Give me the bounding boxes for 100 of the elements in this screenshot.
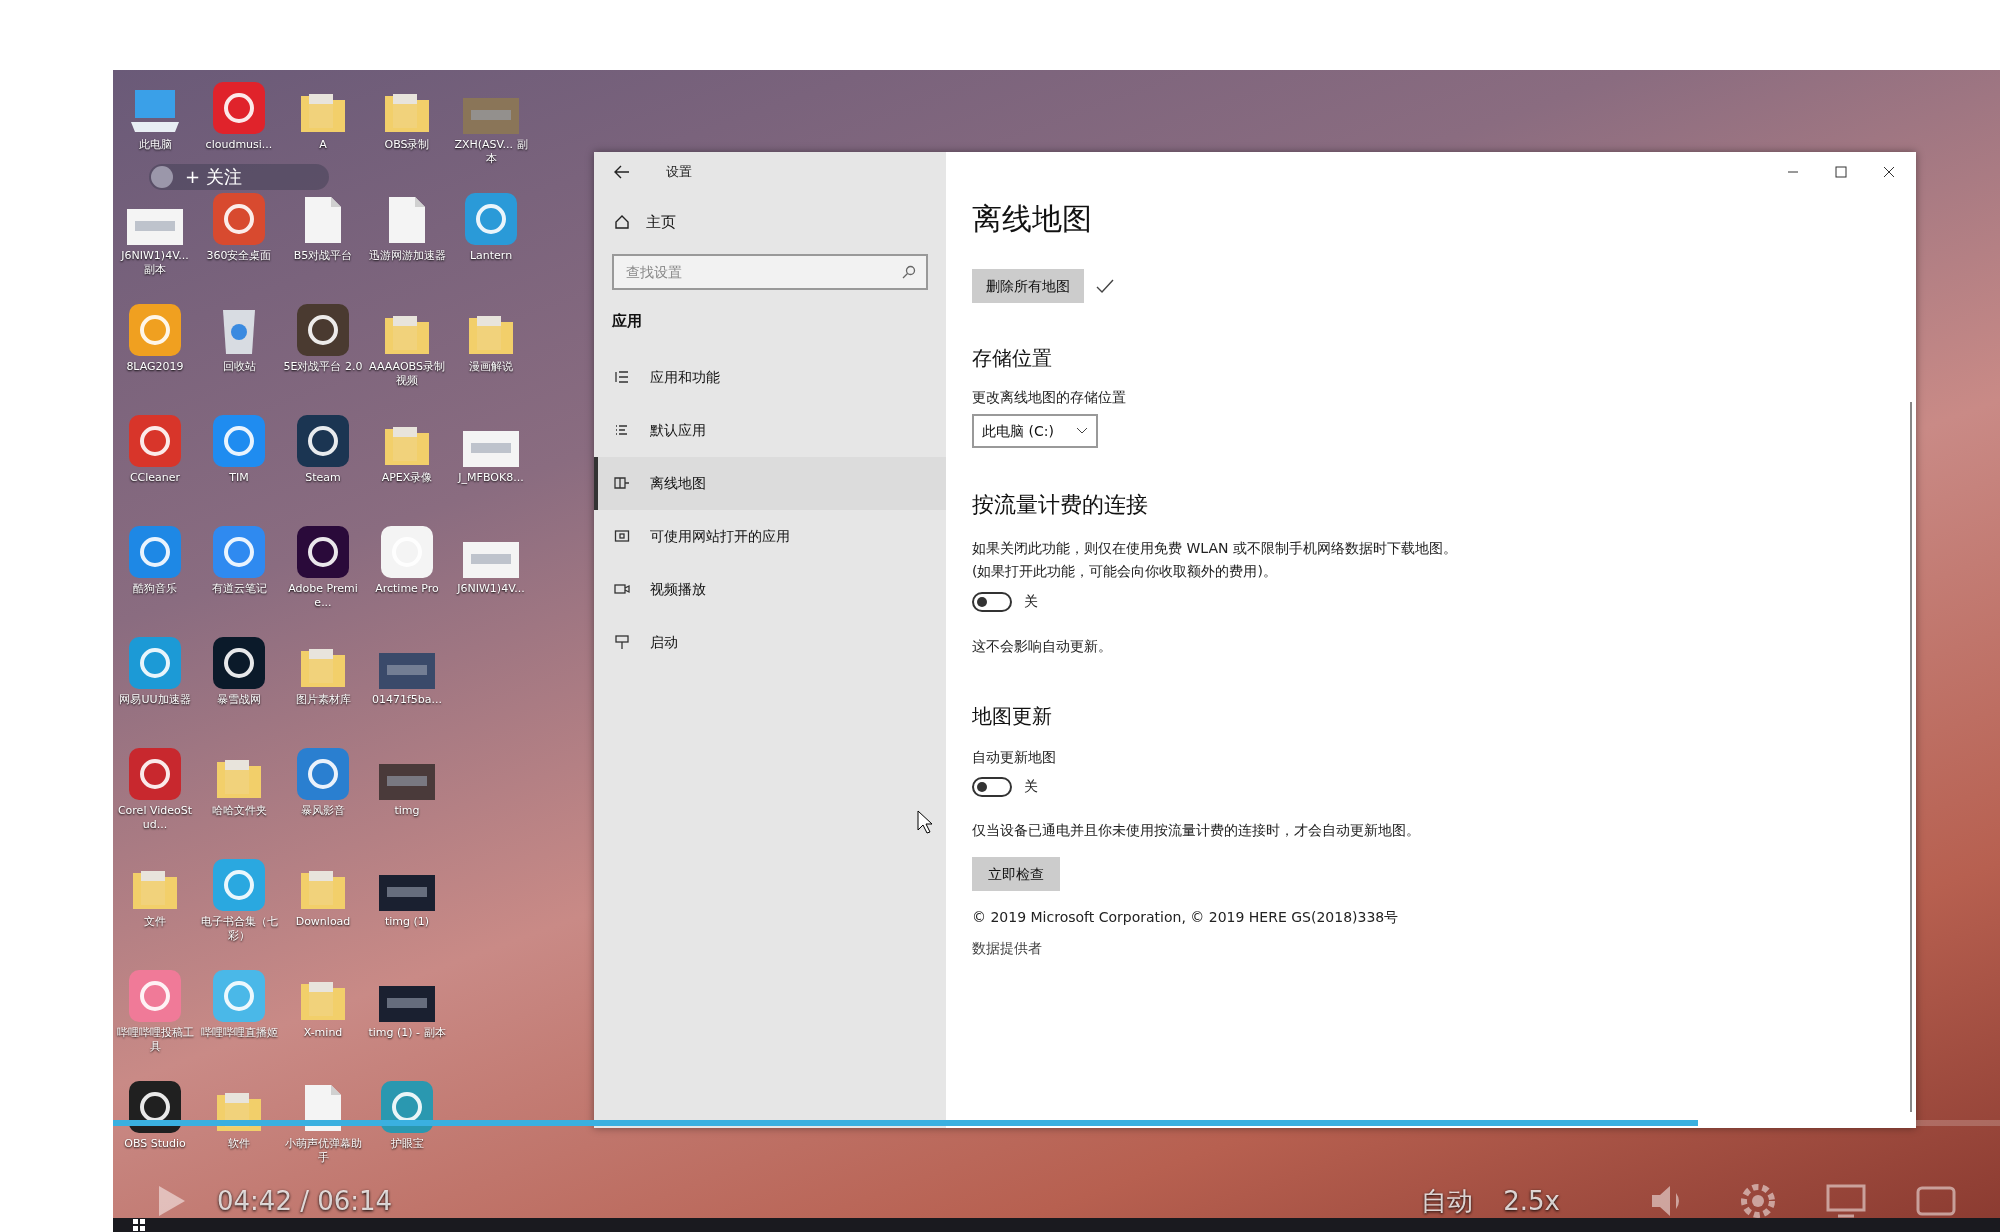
desktop-icon-label[interactable]: 有道云笔记	[209, 582, 269, 596]
toggle-switch[interactable]	[972, 776, 1012, 797]
desktop-icon-label[interactable]: 哈哈文件夹	[209, 804, 269, 818]
desktop-icon-label[interactable]: 回收站	[220, 360, 258, 374]
desktop-icon-label[interactable]: 暴雪战网	[215, 693, 263, 707]
app-icon	[129, 970, 181, 1022]
app-icon	[213, 415, 265, 467]
field-label: 自动更新地图	[972, 748, 1057, 767]
toggle-switch[interactable]	[972, 591, 1012, 612]
desktop-icon-label[interactable]: 漫画解说	[467, 360, 515, 374]
app-icon	[297, 748, 349, 800]
desktop-icon-label[interactable]: Adobe Premie...	[281, 582, 365, 610]
app-icon	[129, 637, 181, 689]
desktop-icon-label[interactable]: ZXH(ASV... 副本	[449, 138, 533, 166]
speed-selector[interactable]: 2.5x	[1503, 1186, 1560, 1216]
checkmark-icon	[1096, 279, 1114, 293]
storage-dropdown[interactable]: 此电脑 (C:)	[972, 414, 1098, 448]
screen-icon[interactable]	[1826, 1184, 1866, 1218]
progress-track[interactable]	[113, 1120, 2000, 1126]
desktop-icon-label[interactable]: OBS Studio	[122, 1137, 188, 1151]
windows-logo-icon[interactable]	[133, 1219, 145, 1231]
desktop-icon-label[interactable]: 8LAG2019	[124, 360, 186, 374]
desktop-icon-label[interactable]: Steam	[303, 471, 343, 485]
desktop-icon-label[interactable]: timg	[392, 804, 422, 818]
file-icon	[387, 195, 427, 245]
nav-item[interactable]: 可使用网站打开的应用	[594, 509, 946, 563]
desktop-icon-label[interactable]: 酷狗音乐	[131, 582, 179, 596]
page-title: 离线地图	[972, 200, 1093, 238]
desktop-icon-label[interactable]: 图片素材库	[293, 693, 353, 707]
desktop-icon-label[interactable]: J6NIW1)4V...	[455, 582, 527, 596]
desktop-icon-label[interactable]: 5E对战平台 2.0	[281, 360, 365, 374]
desktop-icon-label[interactable]: 电子书合集（七彩）	[197, 915, 281, 943]
nav-item[interactable]: 默认应用	[594, 403, 946, 457]
desktop-icon-label[interactable]: 哔哩哔哩直播姬	[198, 1026, 280, 1040]
app-icon	[465, 193, 517, 245]
nav-item[interactable]: 离线地图	[594, 456, 946, 510]
desktop-icon-label[interactable]: APEX录像	[379, 471, 435, 485]
desktop-icon-label[interactable]: 小萌声优弹幕助手	[281, 1137, 365, 1165]
home-nav-item[interactable]: 主页	[594, 200, 946, 244]
description-text: 如果关闭此功能，则仅在使用免费 WLAN 或不限制手机网络数据时下载地图。(如果打开此功能，可能会向你收取额外的费用)。	[972, 539, 1458, 581]
image-thumbnail-icon	[463, 431, 519, 467]
image-thumbnail-icon	[127, 209, 183, 245]
image-thumbnail-icon	[379, 875, 435, 911]
window-icon	[614, 528, 630, 544]
fullscreen-icon[interactable]	[1916, 1186, 1956, 1216]
check-now-button[interactable]: 立即检查	[972, 857, 1060, 891]
nav-item[interactable]: 视频播放	[594, 562, 946, 616]
app-icon	[297, 415, 349, 467]
desktop-icon-label[interactable]: 软件	[226, 1137, 252, 1151]
app-icon	[213, 82, 265, 134]
image-thumbnail-icon	[379, 653, 435, 689]
list-icon	[614, 422, 630, 438]
desktop-icon-label[interactable]: J_MFBOK8...	[456, 471, 526, 485]
desktop-icon-label[interactable]: 01471f5ba...	[369, 693, 445, 707]
desktop-icon-label[interactable]: AAAAOBS录制视频	[365, 360, 449, 388]
desktop-icon-label[interactable]: CCleaner	[127, 471, 183, 485]
follow-overlay[interactable]: + 关注	[149, 164, 329, 190]
desktop-icon-label[interactable]: 暴风影音	[299, 804, 347, 818]
app-icon	[129, 304, 181, 356]
desktop-icon-label[interactable]: OBS录制	[382, 138, 432, 152]
search-field[interactable]: 查找设置	[612, 254, 928, 290]
app-icon	[213, 526, 265, 578]
playback-time: 04:42 / 06:14	[217, 1186, 393, 1216]
desktop-icon-label[interactable]: 护眼宝	[388, 1137, 426, 1151]
video-camera-icon	[614, 581, 630, 597]
app-icon	[129, 415, 181, 467]
desktop-icon-label[interactable]: 迅游网游加速器	[366, 249, 448, 263]
desktop-icon-label[interactable]: timg (1) - 副本	[366, 1026, 448, 1040]
quality-selector[interactable]: 自动	[1421, 1186, 1474, 1216]
desktop-icon-label[interactable]: TIM	[227, 471, 251, 485]
scrollbar[interactable]	[1910, 402, 1912, 1112]
nav-item[interactable]: 启动	[594, 615, 946, 669]
note-text: 这不会影响自动更新。	[972, 637, 1113, 656]
app-icon	[213, 970, 265, 1022]
desktop-icon-label[interactable]: B5对战平台	[291, 249, 355, 263]
desktop-icon-label[interactable]: J6NIW1)4V... 副本	[113, 249, 197, 277]
desktop-icon-label[interactable]: 网易UU加速器	[117, 693, 193, 707]
settings-icon[interactable]	[1740, 1183, 1776, 1219]
description-text: 仅当设备已通电并且你未使用按流量计费的连接时，才会自动更新地图。	[972, 821, 1421, 840]
desktop-icon-label[interactable]: 此电脑	[136, 138, 174, 152]
desktop-icon-label[interactable]: cloudmusi...	[203, 138, 275, 152]
desktop-icon-label[interactable]: A	[317, 138, 329, 152]
section-heading: 地图更新	[972, 703, 1053, 730]
desktop-icon-label[interactable]: Lantern	[467, 249, 515, 263]
app-icon	[297, 526, 349, 578]
data-providers-link[interactable]: 数据提供者	[972, 938, 1916, 959]
desktop-icon-label[interactable]: Arctime Pro	[373, 582, 441, 596]
desktop-icon-label[interactable]: X-mind	[301, 1026, 345, 1040]
nav-item[interactable]: 应用和功能	[594, 350, 946, 404]
desktop-icon-label[interactable]: Corel VideoStud...	[113, 804, 197, 832]
section-heading: 应用	[611, 311, 643, 332]
desktop-icon-label[interactable]: 360安全桌面	[204, 249, 274, 263]
desktop-icon-label[interactable]: Download	[293, 915, 353, 929]
desktop-icon-label[interactable]: timg (1)	[382, 915, 432, 929]
back-arrow-icon[interactable]	[614, 165, 630, 179]
delete-all-maps-button[interactable]: 删除所有地图	[972, 269, 1084, 303]
search-icon	[902, 265, 916, 279]
app-icon	[213, 637, 265, 689]
desktop-icon-label[interactable]: 哔哩哔哩投稿工具	[113, 1026, 197, 1054]
desktop-icon-label[interactable]: 文件	[142, 915, 168, 929]
